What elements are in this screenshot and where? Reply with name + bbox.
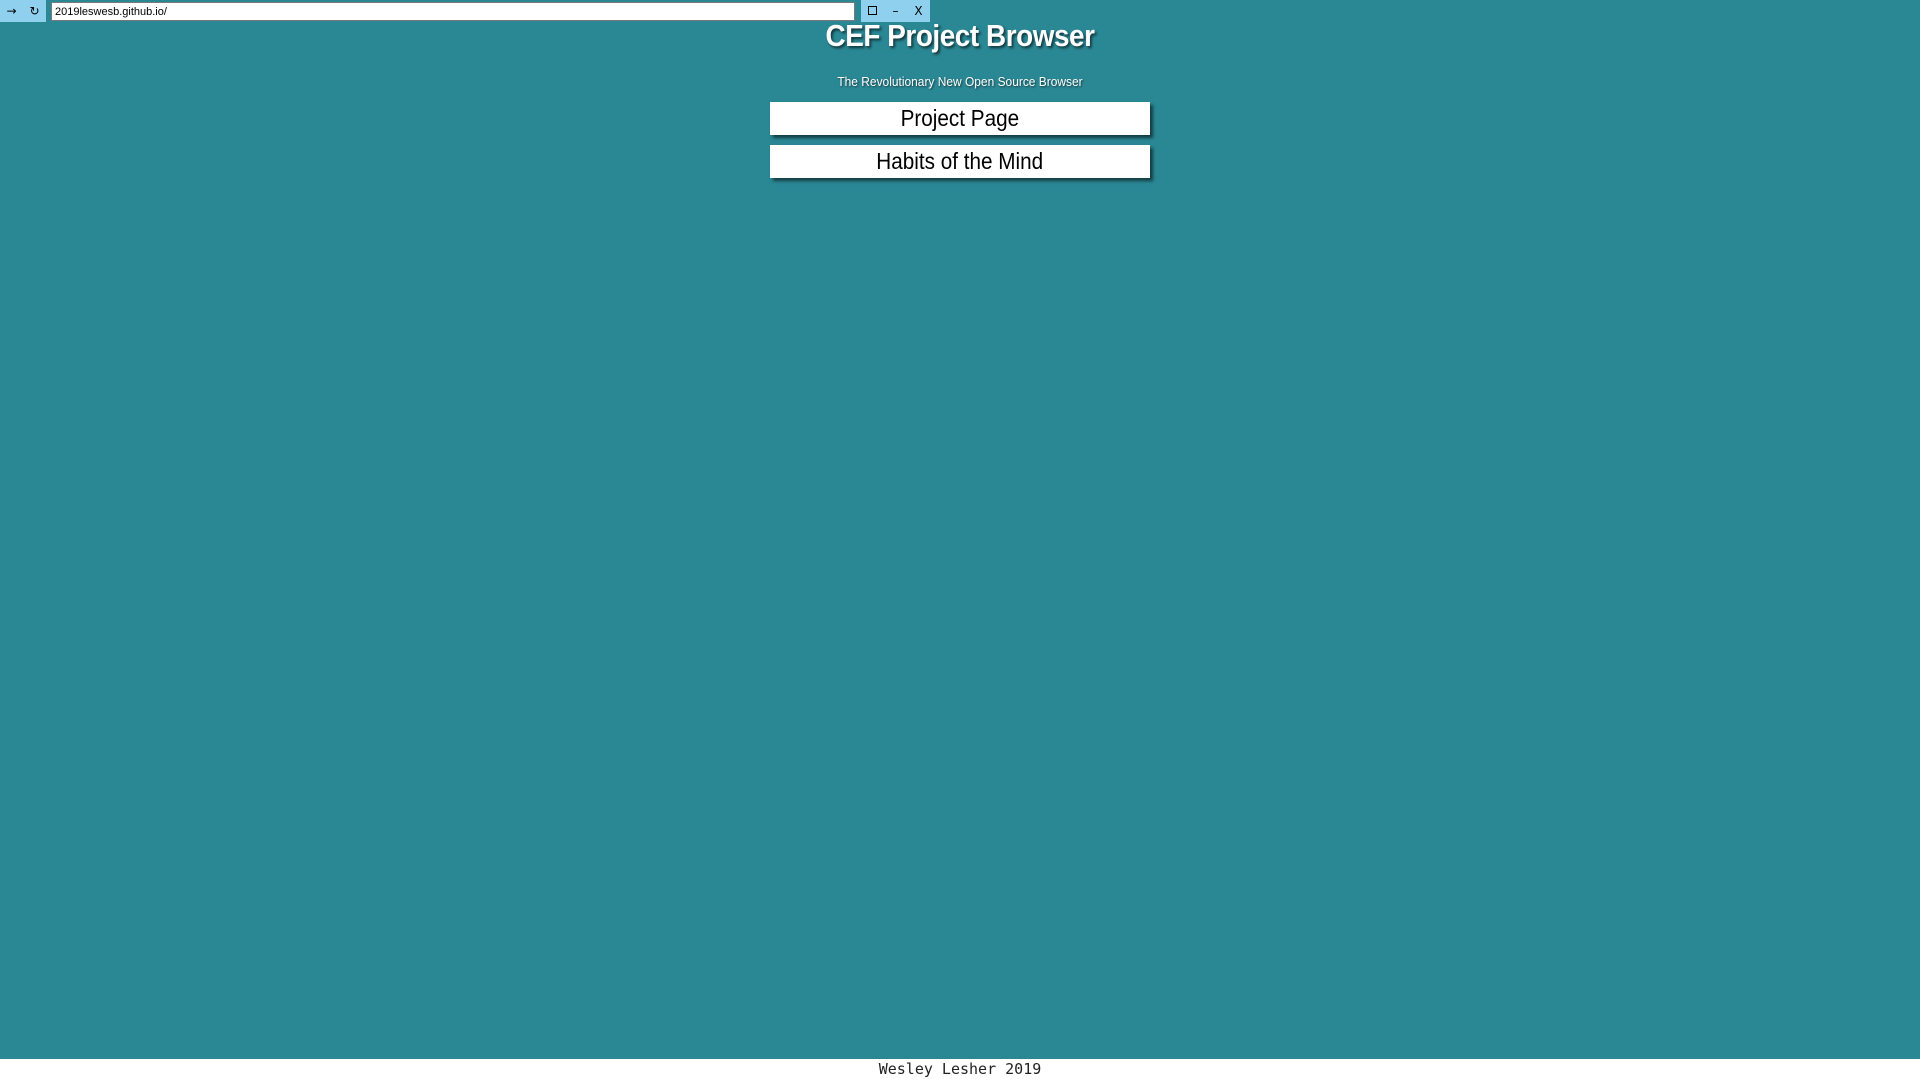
page-subtitle: The Revolutionary New Open Source Browse… bbox=[837, 74, 1083, 89]
project-page-button[interactable]: Project Page bbox=[770, 102, 1150, 135]
project-page-button-label: Project Page bbox=[900, 105, 1020, 131]
footer: Wesley Lesher 2019 bbox=[0, 1059, 1920, 1079]
page-viewport: → ↻ – X CEF Project Browser The Revoluti… bbox=[0, 0, 1920, 1059]
habits-of-the-mind-button[interactable]: Habits of the Mind bbox=[770, 145, 1150, 178]
reload-icon[interactable]: ↻ bbox=[23, 0, 46, 22]
footer-credit: Wesley Lesher 2019 bbox=[878, 1060, 1042, 1078]
page-title: CEF Project Browser bbox=[825, 18, 1095, 53]
habits-of-the-mind-button-label: Habits of the Mind bbox=[876, 148, 1044, 174]
go-arrow-icon[interactable]: → bbox=[0, 0, 23, 22]
